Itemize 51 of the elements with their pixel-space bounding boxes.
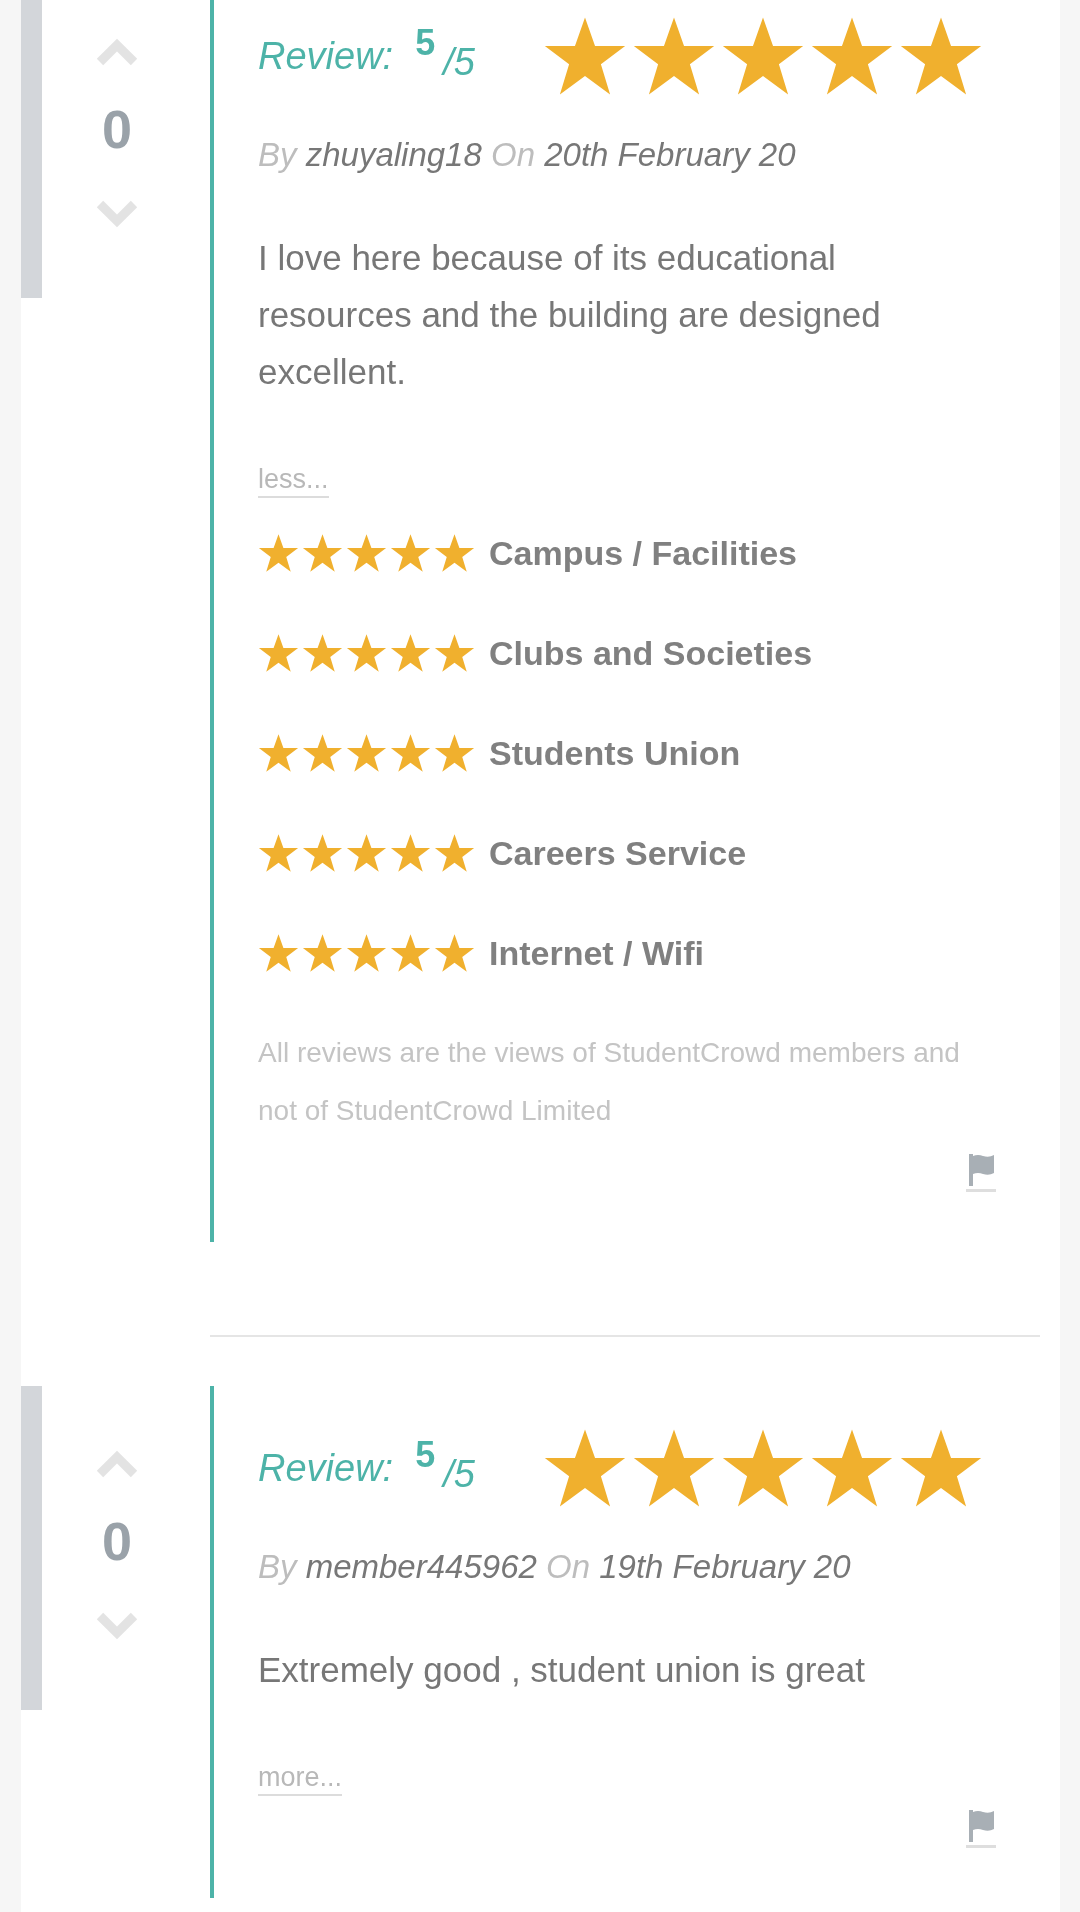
disclaimer-text: All reviews are the views of StudentCrowd members and not of StudentCrowd Limited (258, 1036, 961, 1128)
toggle-link[interactable]: more... (258, 1760, 343, 1796)
flag-icon[interactable] (966, 1152, 996, 1192)
star-icon (346, 733, 387, 773)
review-score-max: /5 (443, 40, 475, 84)
category-name: Careers Service (489, 833, 747, 873)
review-byline: By zhuyaling18 On 20th February 20 (258, 135, 797, 175)
star-icon (302, 533, 343, 573)
chevron-up-icon[interactable] (95, 1450, 139, 1478)
star-icon (434, 833, 475, 873)
review-label: Review: (258, 1446, 394, 1490)
star-icon (390, 633, 431, 673)
vote-count: 0 (101, 1510, 132, 1572)
star-icon (302, 933, 343, 973)
review-score: 5 (415, 22, 436, 64)
star-icon (434, 933, 475, 973)
star-icon (390, 833, 431, 873)
star-icon (302, 833, 343, 873)
chevron-down-icon[interactable] (95, 1612, 139, 1640)
star-icon (390, 533, 431, 573)
star-icon (390, 933, 431, 973)
star-icon (346, 933, 387, 973)
flag-icon[interactable] (966, 1808, 996, 1848)
star-icon (258, 733, 299, 773)
star-icon (346, 833, 387, 873)
vote-count: 0 (101, 98, 132, 160)
star-icon (258, 533, 299, 573)
star-icon (434, 533, 475, 573)
chevron-up-icon[interactable] (95, 38, 139, 66)
review-score-max: /5 (443, 1452, 475, 1496)
star-icon (390, 733, 431, 773)
star-icon (258, 633, 299, 673)
category-name: Internet / Wifi (489, 933, 705, 973)
star-icon (302, 733, 343, 773)
star-icon (302, 633, 343, 673)
chevron-down-icon[interactable] (95, 200, 139, 228)
category-name: Campus / Facilities (489, 533, 797, 573)
star-icon (258, 833, 299, 873)
category-name: Clubs and Societies (489, 633, 813, 673)
star-icon (258, 933, 299, 973)
toggle-link[interactable]: less... (258, 462, 329, 498)
review-label: Review: (258, 34, 394, 78)
review-text: I love here because of its educational resources and the building are designed excellent. (258, 237, 882, 393)
category-name: Students Union (489, 733, 741, 773)
review-score: 5 (415, 1434, 436, 1476)
star-icon (434, 733, 475, 773)
review-text: Extremely good , student union is great (258, 1649, 866, 1691)
star-icon (346, 533, 387, 573)
star-icon (434, 633, 475, 673)
review-byline: By member445962 On 19th February 20 (258, 1547, 852, 1587)
star-icon (346, 633, 387, 673)
